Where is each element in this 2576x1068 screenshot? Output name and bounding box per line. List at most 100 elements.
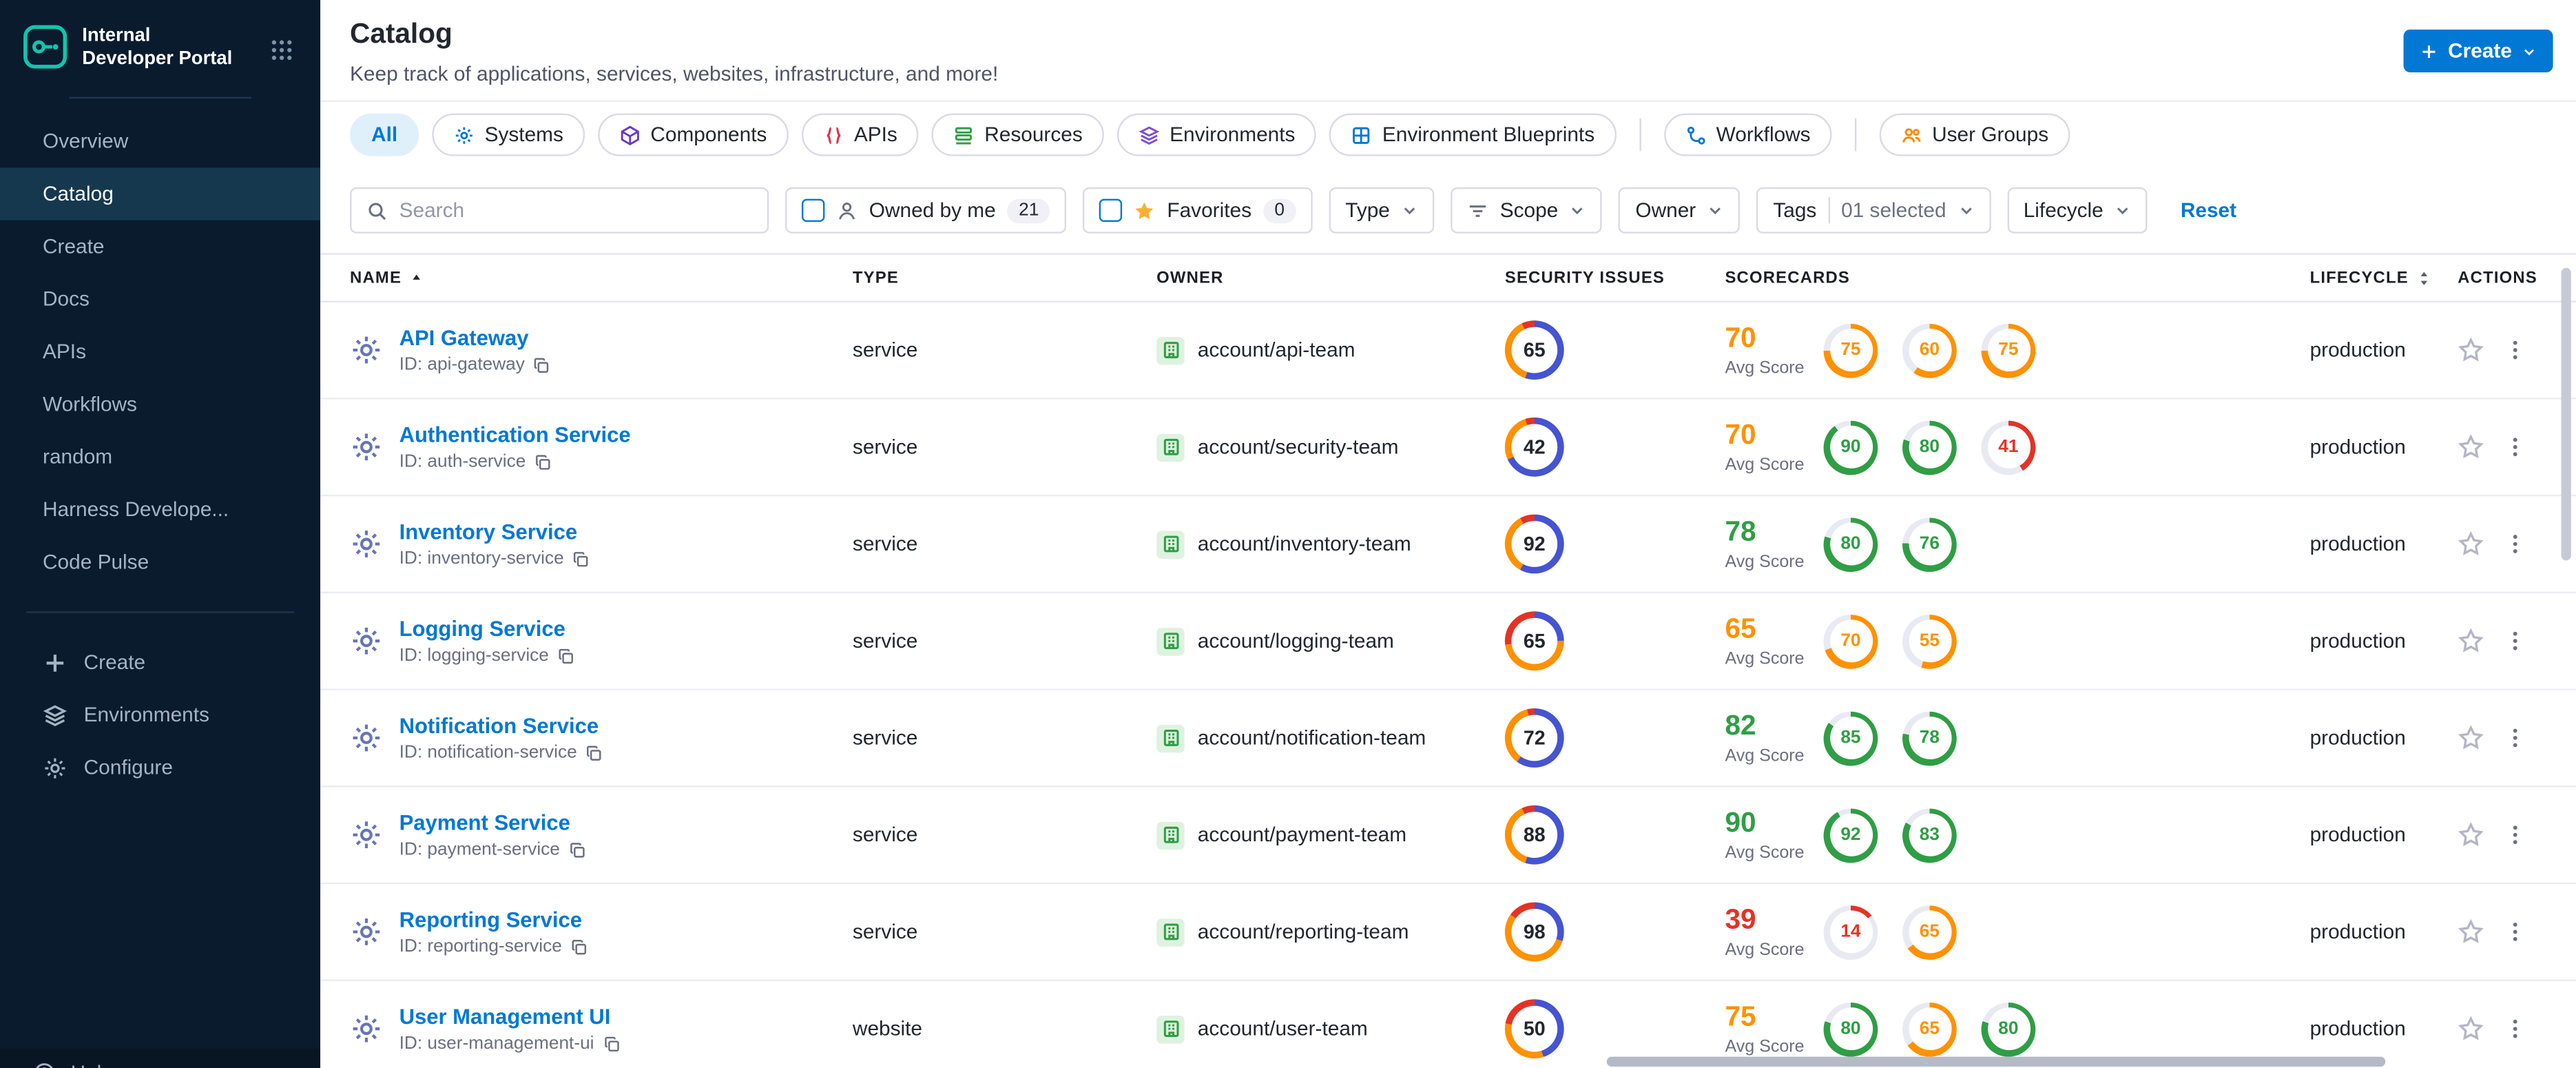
scorecard-ring[interactable]: 83 — [1902, 808, 1957, 863]
table-row[interactable]: Authentication Service ID: auth-service … — [320, 399, 2576, 497]
favorite-star-icon[interactable] — [2458, 628, 2484, 654]
scorecard-ring[interactable]: 80 — [1902, 420, 1957, 475]
scorecard-ring[interactable]: 92 — [1823, 808, 1878, 863]
catalog-tab[interactable]: Systems — [432, 113, 585, 156]
scorecard-ring[interactable]: 70 — [1823, 613, 1878, 668]
favorite-star-icon[interactable] — [2458, 1016, 2484, 1042]
copy-icon[interactable] — [533, 356, 551, 373]
copy-icon[interactable] — [572, 550, 590, 568]
sidebar-item[interactable]: Overview — [0, 115, 320, 167]
table-row[interactable]: Notification Service ID: notification-se… — [320, 690, 2576, 788]
tags-dropdown[interactable]: Tags 01 selected — [1756, 187, 1991, 234]
scorecard-ring[interactable]: 14 — [1823, 905, 1878, 959]
search-input[interactable] — [399, 198, 753, 223]
security-issues-donut[interactable]: 42 — [1504, 417, 1564, 477]
scorecard-ring[interactable]: 80 — [1823, 1001, 1878, 1056]
component-name-link[interactable]: Logging Service — [399, 616, 575, 641]
copy-icon[interactable] — [585, 743, 603, 761]
favorites-filter[interactable]: Favorites 0 — [1083, 187, 1313, 234]
catalog-tab[interactable]: APIs — [801, 113, 919, 156]
copy-icon[interactable] — [557, 647, 575, 665]
scorecard-ring[interactable]: 78 — [1902, 710, 1957, 766]
scorecard-ring[interactable]: 90 — [1823, 420, 1878, 475]
table-row[interactable]: Inventory Service ID: inventory-service … — [320, 496, 2576, 594]
catalog-tab[interactable]: All — [350, 113, 419, 156]
security-issues-donut[interactable]: 98 — [1504, 902, 1564, 962]
column-header-name[interactable]: NAME — [320, 269, 823, 287]
kebab-menu-icon[interactable] — [2504, 533, 2526, 555]
catalog-tab[interactable]: Components — [598, 113, 789, 156]
table-row[interactable]: Reporting Service ID: reporting-service … — [320, 884, 2576, 981]
scorecard-ring[interactable]: 76 — [1902, 517, 1957, 571]
component-name-link[interactable]: Reporting Service — [399, 907, 588, 932]
scope-dropdown[interactable]: Scope — [1451, 187, 1603, 234]
scorecard-ring[interactable]: 80 — [1981, 1001, 2036, 1056]
scorecard-ring[interactable]: 65 — [1902, 1001, 1957, 1056]
table-row[interactable]: API Gateway ID: api-gateway service acco… — [320, 302, 2576, 400]
favorite-star-icon[interactable] — [2458, 531, 2484, 557]
vertical-scrollbar-thumb[interactable] — [2561, 267, 2571, 561]
scorecard-ring[interactable]: 75 — [1823, 322, 1878, 378]
catalog-tab[interactable]: Workflows — [1663, 113, 1832, 156]
copy-icon[interactable] — [570, 938, 588, 956]
favorite-star-icon[interactable] — [2458, 337, 2484, 363]
sidebar-item[interactable]: random — [0, 431, 320, 483]
security-issues-donut[interactable]: 65 — [1504, 611, 1564, 671]
sidebar-item[interactable]: Workflows — [0, 378, 320, 431]
table-row[interactable]: User Management UI ID: user-management-u… — [320, 980, 2576, 1068]
component-name-link[interactable]: API Gateway — [399, 325, 551, 350]
sidebar-footer-item[interactable]: Configure — [0, 741, 320, 794]
kebab-menu-icon[interactable] — [2504, 435, 2526, 458]
create-button[interactable]: Create — [2403, 29, 2553, 72]
kebab-menu-icon[interactable] — [2504, 823, 2526, 846]
copy-icon[interactable] — [602, 1034, 620, 1052]
owned-by-me-filter[interactable]: Owned by me 21 — [785, 187, 1067, 234]
type-dropdown[interactable]: Type — [1329, 187, 1435, 234]
kebab-menu-icon[interactable] — [2504, 1017, 2526, 1040]
kebab-menu-icon[interactable] — [2504, 921, 2526, 943]
component-name-link[interactable]: Payment Service — [399, 810, 586, 835]
favorite-star-icon[interactable] — [2458, 434, 2484, 460]
favorites-checkbox[interactable] — [1099, 198, 1123, 223]
table-row[interactable]: Payment Service ID: payment-service serv… — [320, 787, 2576, 885]
sidebar-item[interactable]: Catalog — [0, 167, 321, 220]
security-issues-donut[interactable]: 88 — [1504, 805, 1564, 865]
scorecard-ring[interactable]: 80 — [1823, 517, 1878, 571]
owned-by-me-checkbox[interactable] — [801, 198, 825, 223]
catalog-tab[interactable]: Environments — [1116, 113, 1317, 156]
sidebar-item[interactable]: Code Pulse — [0, 536, 320, 588]
scorecard-ring[interactable]: 65 — [1902, 905, 1957, 959]
component-name-link[interactable]: Authentication Service — [399, 422, 631, 447]
search-box[interactable] — [350, 187, 769, 234]
owner-dropdown[interactable]: Owner — [1619, 187, 1741, 234]
component-name-link[interactable]: Notification Service — [399, 713, 603, 738]
favorite-star-icon[interactable] — [2458, 822, 2484, 848]
sidebar-item[interactable]: Create — [0, 220, 320, 273]
security-issues-donut[interactable]: 92 — [1504, 514, 1564, 574]
sidebar-footer-item[interactable]: Create — [0, 636, 320, 688]
catalog-tab[interactable]: User Groups — [1879, 113, 2070, 156]
copy-icon[interactable] — [568, 841, 586, 859]
catalog-tab[interactable]: Environment Blueprints — [1329, 113, 1617, 156]
reset-filters-link[interactable]: Reset — [2181, 199, 2236, 222]
sidebar-item[interactable]: APIs — [0, 325, 320, 378]
security-issues-donut[interactable]: 50 — [1504, 999, 1564, 1059]
table-row[interactable]: Logging Service ID: logging-service serv… — [320, 593, 2576, 690]
lifecycle-dropdown[interactable]: Lifecycle — [2006, 187, 2148, 234]
security-issues-donut[interactable]: 72 — [1504, 708, 1564, 768]
component-name-link[interactable]: Inventory Service — [399, 520, 590, 544]
app-grid-icon[interactable] — [269, 38, 294, 63]
scorecard-ring[interactable]: 85 — [1823, 710, 1878, 766]
sidebar-item[interactable]: Harness Develope... — [0, 483, 320, 535]
catalog-tab[interactable]: Resources — [931, 113, 1104, 156]
kebab-menu-icon[interactable] — [2504, 338, 2526, 361]
favorite-star-icon[interactable] — [2458, 918, 2484, 945]
copy-icon[interactable] — [534, 453, 552, 471]
column-header-lifecycle[interactable]: LIFECYCLE — [2281, 269, 2429, 287]
scorecard-ring[interactable]: 75 — [1981, 322, 2036, 378]
sidebar-item[interactable]: Docs — [0, 273, 320, 325]
favorite-star-icon[interactable] — [2458, 725, 2484, 751]
kebab-menu-icon[interactable] — [2504, 630, 2526, 653]
scorecard-ring[interactable]: 60 — [1902, 322, 1957, 378]
scorecard-ring[interactable]: 55 — [1902, 613, 1957, 668]
